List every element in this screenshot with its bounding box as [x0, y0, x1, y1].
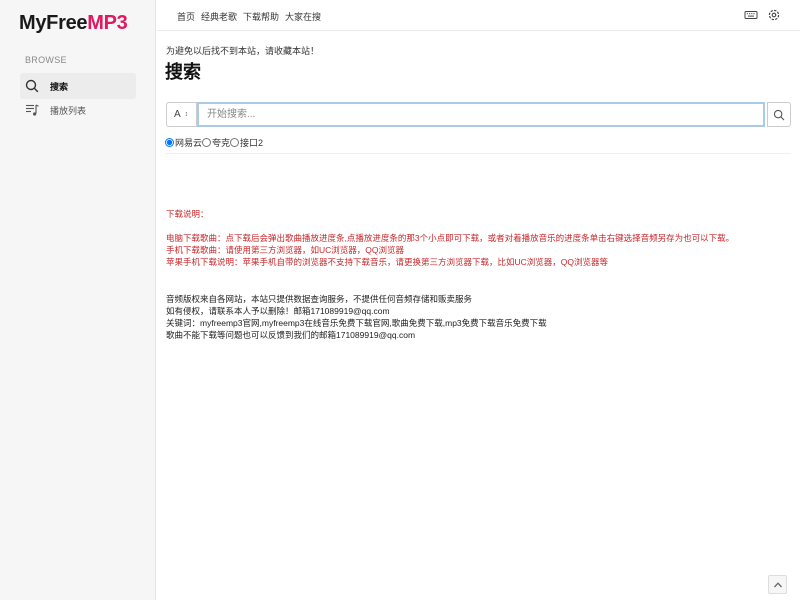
info-line: 关键词：myfreemp3官网,myfreemp3在线音乐免费下载官网,歌曲免费… [166, 318, 547, 328]
source-option-api2[interactable]: 接口2 [230, 136, 263, 149]
nav-link-trending-searches[interactable]: 大家在搜 [285, 10, 321, 23]
search-button[interactable] [767, 102, 791, 127]
search-type-select[interactable]: A ↕ [166, 102, 197, 127]
source-label: 网易云 [175, 138, 203, 148]
sidebar: MyFreeMP3 BROWSE 搜索 播放列表 [0, 0, 156, 600]
keyboard-icon[interactable] [744, 8, 758, 22]
top-nav-links: 首页 经典老歌 下载帮助 大家在搜 [177, 10, 321, 23]
sort-caret-icon: ↕ [184, 111, 189, 118]
help-line: 手机下载歌曲：请使用第三方浏览器，如UC浏览器，QQ浏览器 [166, 245, 405, 255]
search-icon [25, 79, 39, 93]
source-radio-quark[interactable] [202, 138, 212, 147]
logo-text-accent: MP3 [87, 12, 128, 34]
source-selector: 网易云 夸克 接口2 [165, 136, 791, 154]
playlist-icon [25, 103, 39, 117]
bookmark-notice: 为避免以后找不到本站，请收藏本站！ [166, 46, 320, 56]
search-icon [773, 109, 785, 121]
source-option-netease[interactable]: 网易云 [165, 136, 202, 149]
source-label: 夸克 [212, 138, 231, 148]
download-help: 下载说明： 电脑下载歌曲：点下载后会弹出歌曲播放进度条,点播放进度条的那3个小点… [166, 208, 734, 268]
logo-text-primary: MyFree [19, 12, 88, 34]
sidebar-item-playlist[interactable]: 播放列表 [20, 97, 136, 123]
sidebar-section-label: BROWSE [25, 55, 67, 65]
gear-icon[interactable] [767, 8, 781, 22]
source-radio-api2[interactable] [230, 138, 240, 147]
search-type-value: A [174, 109, 181, 120]
help-line: 电脑下载歌曲：点下载后会弹出歌曲播放进度条,点播放进度条的那3个小点即可下载，或… [166, 233, 735, 243]
site-logo[interactable]: MyFreeMP3 [19, 12, 128, 35]
search-bar: A ↕ [166, 102, 791, 127]
sidebar-item-label: 搜索 [50, 81, 69, 92]
nav-link-classic-songs[interactable]: 经典老歌 [201, 10, 237, 23]
search-input[interactable] [197, 102, 765, 127]
page-title: 搜索 [165, 62, 201, 82]
chevron-up-icon [773, 580, 783, 590]
help-line: 苹果手机下载说明：苹果手机自带的浏览器不支持下载音乐，请更换第三方浏览器下载，比… [166, 257, 609, 267]
source-label: 接口2 [240, 138, 264, 148]
nav-link-download-help[interactable]: 下载帮助 [243, 10, 279, 23]
source-radio-netease[interactable] [165, 138, 174, 147]
nav-link-home[interactable]: 首页 [177, 10, 195, 23]
info-line: 如有侵权，请联系本人予以删除！邮箱171089919@qq.com [166, 306, 390, 316]
info-line: 音频版权来自各网站，本站只提供数据查询服务，不提供任何音频存储和贩卖服务 [166, 294, 473, 304]
info-line: 歌曲不能下载等问题也可以反馈到我们的邮箱171089919@qq.com [166, 330, 416, 340]
sidebar-item-label: 播放列表 [50, 105, 87, 116]
source-option-quark[interactable]: 夸克 [202, 136, 230, 149]
top-navbar: 首页 经典老歌 下载帮助 大家在搜 [157, 0, 800, 31]
site-info: 音频版权来自各网站，本站只提供数据查询服务，不提供任何音频存储和贩卖服务 如有侵… [166, 293, 547, 341]
back-to-top-button[interactable] [768, 575, 787, 594]
sidebar-item-search[interactable]: 搜索 [20, 73, 136, 99]
help-heading: 下载说明： [166, 209, 209, 219]
